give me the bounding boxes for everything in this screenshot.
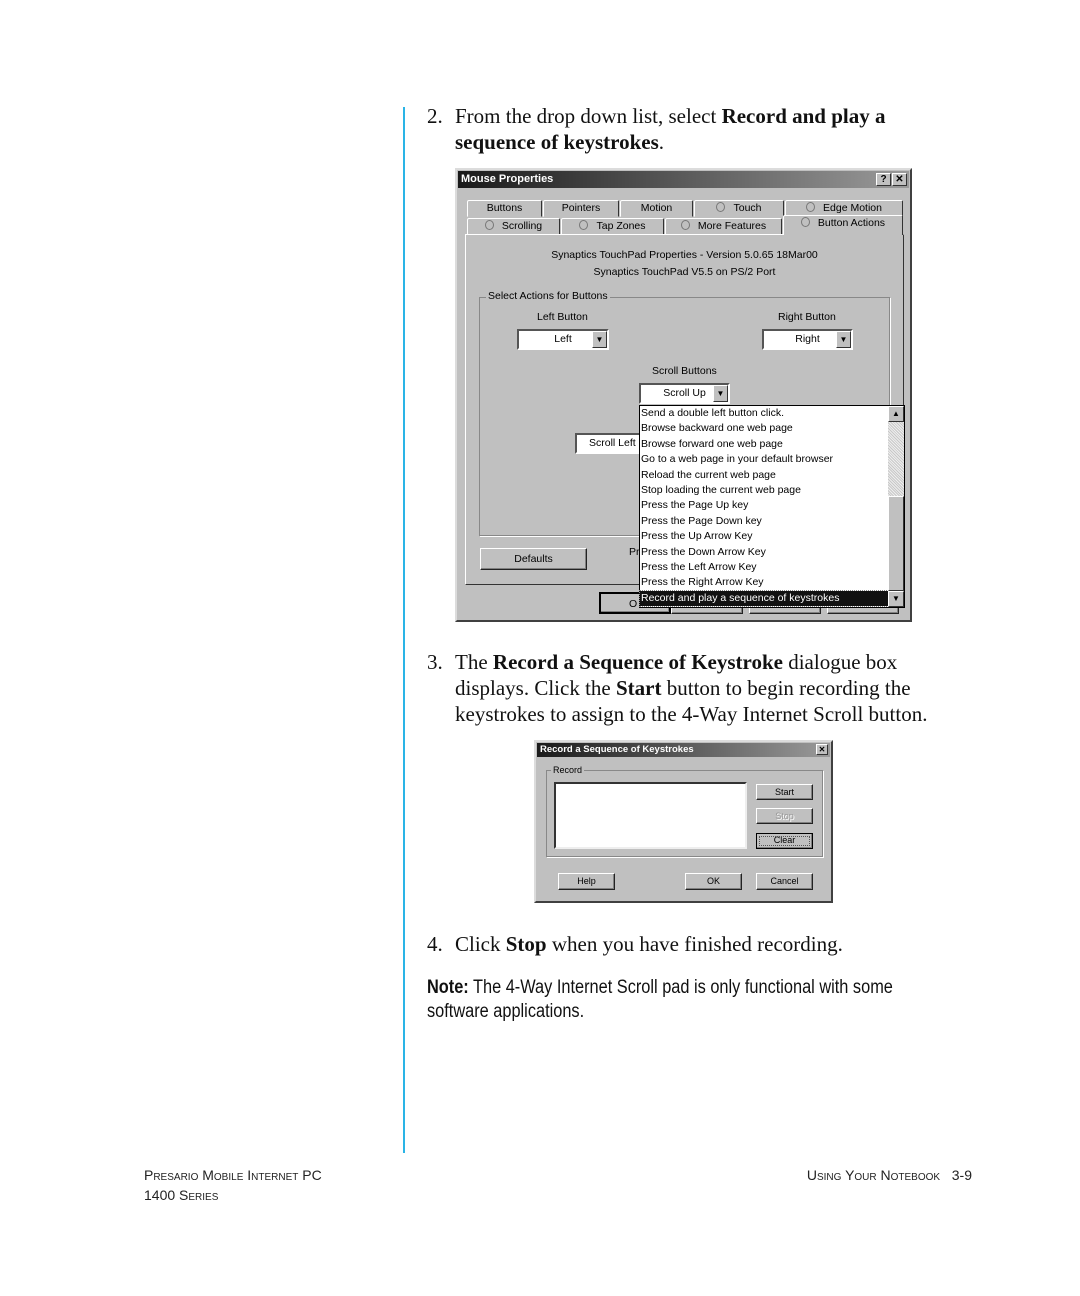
dropdown-option[interactable]: Press the Left Arrow Key (640, 560, 904, 575)
touchpad-icon (579, 220, 589, 230)
step-4: 4. Click Stop when you have finished rec… (427, 932, 843, 956)
touchpad-icon (716, 202, 726, 212)
dropdown-option[interactable]: Stop loading the current web page (640, 483, 904, 498)
tab-buttons[interactable]: Buttons (467, 200, 542, 217)
close-button[interactable]: ✕ (892, 173, 907, 186)
right-button-dropdown[interactable]: Right ▼ (762, 329, 853, 350)
page-number: 3-9 (951, 1167, 972, 1183)
dropdown-option[interactable]: Browse backward one web page (640, 421, 904, 436)
tab-tap-zones[interactable]: Tap Zones (561, 218, 664, 235)
dropdown-option[interactable]: Record and play a sequence of keystrokes (639, 589, 889, 608)
clear-button[interactable]: Clear (756, 833, 813, 849)
chevron-down-icon[interactable]: ▼ (592, 331, 607, 348)
right-button-label: Right Button (778, 311, 836, 323)
touchpad-icon (806, 202, 816, 212)
dropdown-option[interactable]: Send a double left button click. (640, 406, 904, 421)
left-button-dropdown[interactable]: Left ▼ (517, 329, 609, 350)
chevron-down-icon[interactable]: ▼ (713, 385, 728, 402)
action-dropdown-list[interactable]: Send a double left button click. Browse b… (639, 405, 905, 608)
dropdown-option[interactable]: Press the Right Arrow Key (640, 575, 904, 590)
touchpad-icon (800, 217, 810, 227)
tab-pointers[interactable]: Pointers (543, 200, 619, 217)
dropdown-option[interactable]: Press the Page Up key (640, 498, 904, 513)
tab-more-features[interactable]: More Features (665, 218, 782, 235)
stop-button[interactable]: Stop (756, 808, 813, 824)
scroll-down-arrow-icon[interactable]: ▼ (888, 591, 904, 607)
tab-motion[interactable]: Motion (620, 200, 693, 217)
tab-button-actions[interactable]: Button Actions (783, 215, 903, 235)
dropdown-option[interactable]: Press the Down Arrow Key (640, 545, 904, 560)
mouse-properties-dialog: Mouse Properties ? ✕ Buttons Pointers Mo… (455, 168, 912, 622)
cancel-button[interactable]: Cancel (756, 873, 813, 890)
dropdown-option[interactable]: Press the Page Down key (640, 514, 904, 529)
dropdown-option[interactable]: Reload the current web page (640, 468, 904, 483)
version-text: Synaptics TouchPad Properties - Version … (551, 249, 818, 261)
footer-left: Presario Mobile Internet PC 1400 Series (144, 1167, 322, 1203)
tab-touch[interactable]: Touch (694, 200, 784, 217)
port-text: Synaptics TouchPad V5.5 on PS/2 Port (593, 266, 776, 278)
start-button[interactable]: Start (756, 784, 813, 800)
scroll-left-dropdown[interactable]: Scroll Left (575, 433, 645, 454)
step-2: 2. From the drop down list, select Recor… (427, 104, 886, 154)
help-button[interactable]: Help (558, 873, 615, 890)
help-button[interactable]: ? (876, 173, 891, 186)
recorded-keystrokes-box[interactable] (554, 782, 747, 849)
scrollbar-thumb[interactable] (888, 496, 904, 591)
scrollbar[interactable]: ▲ ▼ (888, 406, 904, 607)
chevron-down-icon[interactable]: ▼ (836, 331, 851, 348)
footer-right: Using Your Notebook 3-9 (806, 1167, 972, 1183)
title-bar: Mouse Properties ? ✕ (458, 171, 909, 188)
left-button-label: Left Button (537, 311, 588, 323)
title-bar: Record a Sequence of Keystrokes ✕ (537, 743, 830, 757)
record-sequence-dialog: Record a Sequence of Keystrokes ✕ Record… (534, 740, 833, 903)
scroll-buttons-label: Scroll Buttons (652, 365, 717, 377)
defaults-button[interactable]: Defaults (480, 548, 587, 570)
scroll-up-dropdown[interactable]: Scroll Up ▼ (639, 383, 730, 404)
dropdown-option[interactable]: Browse forward one web page (640, 437, 904, 452)
step-3: 3. The Record a Sequence of Keystroke di… (427, 650, 928, 726)
note: Note: The 4-Way Internet Scroll pad is o… (427, 977, 893, 1022)
touchpad-icon (484, 220, 494, 230)
scroll-up-arrow-icon[interactable]: ▲ (888, 406, 904, 422)
close-button[interactable]: ✕ (816, 744, 828, 755)
dropdown-option[interactable]: Go to a web page in your default browser (640, 452, 904, 467)
dropdown-option[interactable]: Press the Up Arrow Key (640, 529, 904, 544)
tab-scrolling[interactable]: Scrolling (467, 218, 560, 235)
partial-label: Pr (629, 546, 640, 558)
margin-rule (403, 107, 405, 1153)
touchpad-icon (680, 220, 690, 230)
ok-button[interactable]: OK (685, 873, 742, 890)
